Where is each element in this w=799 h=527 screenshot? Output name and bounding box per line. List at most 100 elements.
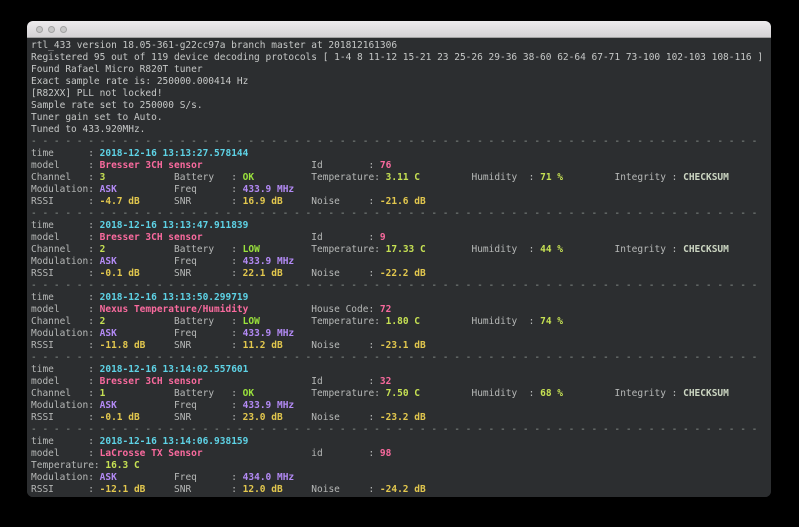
terminal-line: time : 2018-12-16 13:13:27.578144 bbox=[31, 148, 771, 160]
terminal-line: Tuned to 433.920MHz. bbox=[31, 124, 771, 136]
terminal-output[interactable]: rtl_433 version 18.05-361-g22cc97a branc… bbox=[27, 38, 771, 497]
terminal-line: Found Rafael Micro R820T tuner bbox=[31, 64, 771, 76]
label-text: SNR : bbox=[140, 268, 243, 279]
temp-text: 17.33 C bbox=[386, 244, 426, 255]
terminal-line: Modulation: ASK Freq : 434.0 MHz bbox=[31, 472, 771, 484]
temp-text: 16.3 C bbox=[105, 460, 139, 471]
plain-text: Exact sample rate is: 250000.000414 Hz bbox=[31, 76, 248, 87]
db-text: -23.1 dB bbox=[380, 340, 426, 351]
terminal-line: time : 2018-12-16 13:14:06.938159 bbox=[31, 436, 771, 448]
terminal-line: Channel : 1 Battery : OK Temperature: 7.… bbox=[31, 388, 771, 400]
label-text: Noise : bbox=[283, 196, 380, 207]
terminal-line: RSSI : -12.1 dB SNR : 12.0 dB Noise : -2… bbox=[31, 484, 771, 496]
label-text: time : bbox=[31, 364, 100, 375]
window-titlebar[interactable] bbox=[27, 21, 771, 38]
mod-text: 433.9 MHz bbox=[243, 184, 294, 195]
temp-text: 71 % bbox=[540, 172, 563, 183]
batt-text: OK bbox=[243, 172, 254, 183]
terminal-line: Sample rate set to 250000 S/s. bbox=[31, 100, 771, 112]
label-text: Channel : bbox=[31, 388, 100, 399]
label-text: Noise : bbox=[283, 268, 380, 279]
separator-dashes: - - - - - - - - - - - - - - - - - - - - … bbox=[31, 136, 763, 147]
separator-dashes: - - - - - - - - - - - - - - - - - - - - … bbox=[31, 352, 763, 363]
mod-text: ASK bbox=[100, 400, 117, 411]
db-text: -0.1 dB bbox=[100, 268, 140, 279]
separator-dashes: - - - - - - - - - - - - - - - - - - - - … bbox=[31, 424, 763, 435]
db-text: 16.9 dB bbox=[243, 196, 283, 207]
label-text: Freq : bbox=[117, 400, 243, 411]
db-text: -0.1 dB bbox=[100, 412, 140, 423]
close-button[interactable] bbox=[36, 26, 43, 33]
model-text: 72 bbox=[380, 304, 391, 315]
terminal-line: time : 2018-12-16 13:14:02.557601 bbox=[31, 364, 771, 376]
label-text: Noise : bbox=[283, 484, 380, 495]
model-text: Bresser 3CH sensor bbox=[100, 376, 203, 387]
label-text: Integrity : bbox=[563, 388, 683, 399]
db-text: -4.7 dB bbox=[100, 196, 140, 207]
terminal-line: - - - - - - - - - - - - - - - - - - - - … bbox=[31, 352, 771, 364]
mod-text: 433.9 MHz bbox=[243, 400, 294, 411]
temp-text: 68 % bbox=[540, 388, 563, 399]
terminal-line: Tuner gain set to Auto. bbox=[31, 112, 771, 124]
plain-text: Found Rafael Micro R820T tuner bbox=[31, 64, 203, 75]
label-text: Channel : bbox=[31, 172, 100, 183]
batt-text: LOW bbox=[243, 244, 260, 255]
terminal-line: - - - - - - - - - - - - - - - - - - - - … bbox=[31, 280, 771, 292]
mod-text: ASK bbox=[100, 472, 117, 483]
label-text: Freq : bbox=[117, 472, 243, 483]
batt-text: LOW bbox=[243, 316, 260, 327]
label-text: RSSI : bbox=[31, 484, 100, 495]
integrity-text: CHECKSUM bbox=[683, 244, 729, 255]
label-text: id : bbox=[203, 448, 380, 459]
terminal-line: - - - - - - - - - - - - - - - - - - - - … bbox=[31, 424, 771, 436]
terminal-line: model : Bresser 3CH sensor Id : 9 bbox=[31, 232, 771, 244]
plain-text: Registered 95 out of 119 device decoding… bbox=[31, 52, 763, 63]
label-text: House Code: bbox=[248, 304, 380, 315]
label-text: Temperature: bbox=[260, 316, 386, 327]
label-text: SNR : bbox=[140, 196, 243, 207]
terminal-line: Temperature: 16.3 C bbox=[31, 460, 771, 472]
plain-text: [R82XX] PLL not locked! bbox=[31, 88, 163, 99]
separator-dashes: - - - - - - - - - - - - - - - - - - - - … bbox=[31, 208, 763, 219]
label-text: model : bbox=[31, 160, 100, 171]
terminal-line: Exact sample rate is: 250000.000414 Hz bbox=[31, 76, 771, 88]
label-text: Temperature: bbox=[260, 244, 386, 255]
mod-text: 433.9 MHz bbox=[243, 256, 294, 267]
minimize-button[interactable] bbox=[48, 26, 55, 33]
terminal-line: RSSI : -4.7 dB SNR : 16.9 dB Noise : -21… bbox=[31, 196, 771, 208]
db-text: -11.8 dB bbox=[100, 340, 146, 351]
model-text: Bresser 3CH sensor bbox=[100, 232, 203, 243]
label-text: Freq : bbox=[117, 184, 243, 195]
label-text: Id : bbox=[203, 160, 380, 171]
time-text: 2018-12-16 13:13:47.911839 bbox=[100, 220, 249, 231]
label-text: Id : bbox=[203, 232, 380, 243]
terminal-line: RSSI : -0.1 dB SNR : 23.0 dB Noise : -23… bbox=[31, 412, 771, 424]
model-text: LaCrosse TX Sensor bbox=[100, 448, 203, 459]
terminal-line: Modulation: ASK Freq : 433.9 MHz bbox=[31, 184, 771, 196]
db-text: -24.2 dB bbox=[380, 484, 426, 495]
terminal-line: Channel : 3 Battery : OK Temperature: 3.… bbox=[31, 172, 771, 184]
db-text: 11.2 dB bbox=[243, 340, 283, 351]
label-text: model : bbox=[31, 304, 100, 315]
terminal-line: Modulation: ASK Freq : 433.9 MHz bbox=[31, 400, 771, 412]
db-text: 22.1 dB bbox=[243, 268, 283, 279]
label-text: Channel : bbox=[31, 244, 100, 255]
terminal-line: Channel : 2 Battery : LOW Temperature: 1… bbox=[31, 316, 771, 328]
model-text: 32 bbox=[380, 376, 391, 387]
terminal-line: model : Bresser 3CH sensor Id : 76 bbox=[31, 160, 771, 172]
terminal-window: rtl_433 version 18.05-361-g22cc97a branc… bbox=[27, 21, 771, 497]
label-text: Freq : bbox=[117, 256, 243, 267]
model-text: Nexus Temperature/Humidity bbox=[100, 304, 249, 315]
label-text: Id : bbox=[203, 376, 380, 387]
label-text: RSSI : bbox=[31, 340, 100, 351]
label-text: time : bbox=[31, 220, 100, 231]
label-text: Temperature: bbox=[254, 388, 386, 399]
label-text: Battery : bbox=[105, 172, 242, 183]
terminal-line: - - - - - - - - - - - - - - - - - - - - … bbox=[31, 136, 771, 148]
zoom-button[interactable] bbox=[60, 26, 67, 33]
temp-text: 44 % bbox=[540, 244, 563, 255]
label-text: Noise : bbox=[283, 412, 380, 423]
label-text: Temperature: bbox=[254, 172, 386, 183]
integrity-text: CHECKSUM bbox=[683, 388, 729, 399]
terminal-line: rtl_433 version 18.05-361-g22cc97a branc… bbox=[31, 40, 771, 52]
